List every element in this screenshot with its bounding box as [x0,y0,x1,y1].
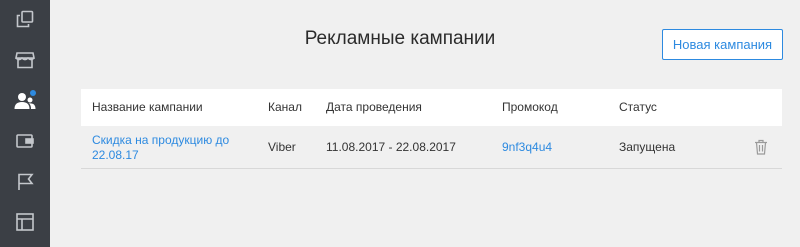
trash-icon[interactable] [754,139,768,160]
column-header-channel[interactable]: Канал [268,100,302,114]
promo-code-link[interactable]: 9nf3q4u4 [502,140,552,154]
sidebar [0,0,50,247]
notification-dot [30,90,36,96]
wallet-icon [16,133,34,149]
sidebar-item-users[interactable] [0,84,50,118]
campaign-dates: 11.08.2017 - 22.08.2017 [326,140,456,154]
flag-icon [16,173,34,191]
campaign-name-line1: Скидка на продукцию до [92,133,230,147]
campaign-name-link[interactable]: Скидка на продукцию до 22.08.17 [92,133,252,163]
copy-icon [16,10,34,28]
sidebar-item-copy[interactable] [0,2,50,36]
column-header-dates[interactable]: Дата проведения [326,100,422,114]
sidebar-item-store[interactable] [0,43,50,77]
new-campaign-button[interactable]: Новая кампания [662,29,783,60]
page-title: Рекламные кампании [304,28,496,49]
column-header-status[interactable]: Статус [619,100,657,114]
column-header-promo[interactable]: Промокод [502,100,558,114]
layout-icon [16,213,34,231]
main-content: Рекламные кампании Новая кампания Назван… [50,0,800,247]
sidebar-item-flag[interactable] [0,165,50,199]
campaign-name-line2: 22.08.17 [92,148,139,162]
campaigns-table: Название кампании Канал Дата проведения … [81,89,782,169]
column-header-name[interactable]: Название кампании [92,100,203,114]
sidebar-item-layout[interactable] [0,205,50,239]
table-row: Скидка на продукцию до 22.08.17 Viber 11… [81,126,782,169]
sidebar-item-wallet[interactable] [0,124,50,158]
campaign-status: Запущена [619,140,676,154]
campaign-channel: Viber [268,140,296,154]
store-icon [15,51,35,69]
table-header: Название кампании Канал Дата проведения … [81,89,782,126]
